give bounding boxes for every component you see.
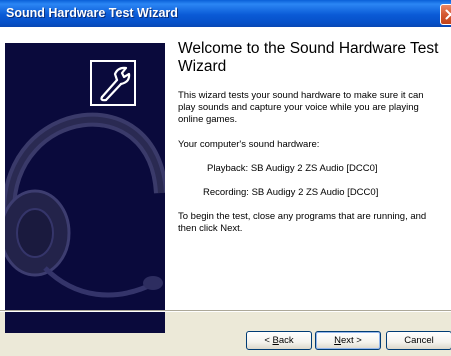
next-label: ext > (341, 335, 362, 346)
back-label: ack (278, 335, 294, 346)
cancel-button[interactable]: Cancel (386, 331, 451, 350)
headset-icon (5, 112, 165, 298)
playback-device: SB Audigy 2 ZS Audio [DCC0] (250, 163, 378, 174)
next-button[interactable]: Next > (315, 331, 381, 350)
recording-label: Recording: (203, 187, 249, 198)
back-prefix: < (264, 335, 273, 346)
playback-row: Playback: SB Audigy 2 ZS Audio [DCC0] (207, 163, 378, 175)
close-button[interactable] (440, 4, 451, 25)
close-icon (445, 9, 451, 20)
back-button[interactable]: < Back (246, 331, 312, 350)
footer-divider (0, 310, 451, 312)
window-title: Sound Hardware Test Wizard (6, 6, 178, 20)
side-panel (5, 43, 165, 333)
wizard-window: Sound Hardware Test Wizard Welcome to th… (0, 0, 451, 356)
instructions-text: To begin the test, close any programs th… (178, 211, 427, 234)
title-bar[interactable]: Sound Hardware Test Wizard (0, 0, 451, 27)
next-hotkey: N (334, 335, 341, 346)
recording-device: SB Audigy 2 ZS Audio [DCC0] (251, 187, 379, 198)
wizard-heading: Welcome to the Sound Hardware Test Wizar… (178, 40, 439, 75)
wizard-content: Welcome to the Sound Hardware Test Wizar… (0, 27, 451, 333)
playback-label: Playback: (207, 163, 249, 174)
hardware-label: Your computer's sound hardware: (178, 139, 320, 150)
recording-row: Recording: SB Audigy 2 ZS Audio [DCC0] (203, 187, 378, 199)
wrench-icon (90, 60, 136, 106)
intro-text: This wizard tests your sound hardware to… (178, 90, 424, 125)
